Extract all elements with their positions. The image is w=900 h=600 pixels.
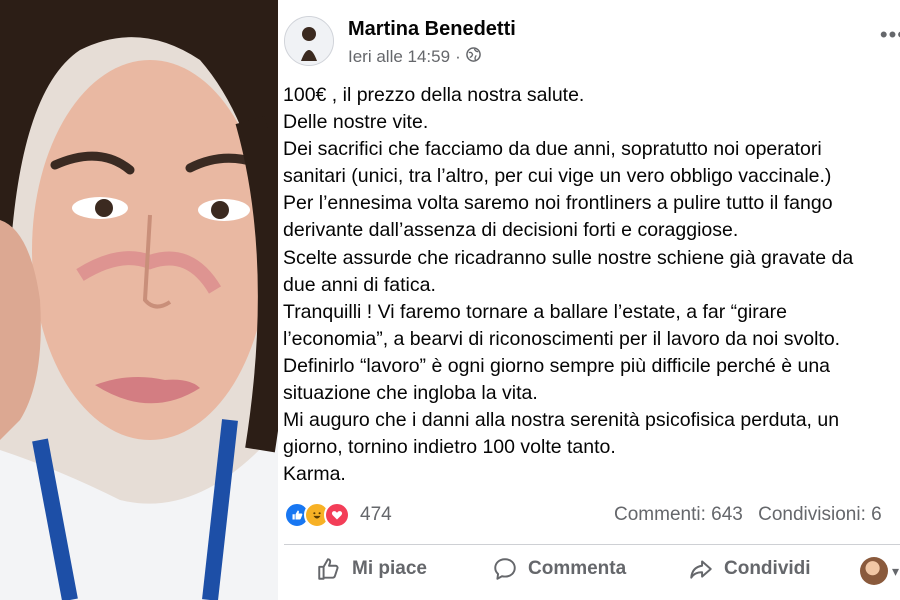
love-reaction-icon: [324, 502, 350, 528]
post-actions-bar: Mi piace Commenta Condividi: [278, 556, 900, 590]
post-text-line: due anni di fatica.: [283, 273, 436, 296]
share-button-label: Condividi: [724, 558, 811, 579]
post-photo[interactable]: [0, 0, 278, 600]
post-text-line: Mi auguro che i danni alla nostra sereni…: [283, 409, 840, 432]
meta-separator: ·: [455, 47, 461, 66]
post-text-line: Tranquilli ! Vi faremo tornare a ballare…: [283, 300, 787, 323]
comment-button-label: Commenta: [528, 558, 627, 579]
post-text-line: situazione che ingloba la vita.: [283, 382, 538, 405]
post-text-line: derivante dall’assenza di decisioni fort…: [283, 219, 739, 242]
reaction-count: 474: [360, 504, 392, 525]
shares-count[interactable]: Condivisioni: 6: [758, 504, 882, 525]
comments-count[interactable]: Commenti: 643: [614, 504, 743, 525]
post-stats: Commenti: 643 Condivisioni: 6: [614, 504, 882, 526]
thumbs-up-icon: [318, 558, 339, 580]
post-text-line: sanitari (unici, tra l’altro, per cui vi…: [283, 165, 832, 188]
facebook-post: Martina Benedetti Ieri alle 14:59 · ••• …: [278, 0, 900, 600]
more-options-icon[interactable]: •••: [880, 22, 900, 48]
like-button-label: Mi piace: [352, 558, 427, 579]
post-text-line: Dei sacrifici che facciamo da due anni, …: [283, 138, 822, 161]
post-text-line: Per l’ennesima volta saremo noi frontlin…: [283, 192, 833, 215]
author-avatar[interactable]: [284, 16, 334, 66]
comment-button[interactable]: Commenta: [492, 556, 626, 582]
post-text-line: Scelte assurde che ricadranno sulle nost…: [283, 246, 854, 269]
share-icon: [690, 560, 712, 579]
globe-icon[interactable]: [465, 47, 481, 67]
comment-icon: [494, 558, 516, 580]
reactions-summary[interactable]: 474: [284, 502, 392, 528]
chevron-down-icon[interactable]: ▾: [892, 563, 899, 580]
author-name[interactable]: Martina Benedetti: [348, 18, 516, 41]
post-text-line: l’economia”, a bearvi di riconoscimenti …: [283, 327, 841, 350]
actions-divider: [284, 544, 900, 545]
photo-illustration: [0, 0, 278, 600]
post-text-line: Definirlo “lavoro” è ogni giorno sempre …: [283, 354, 831, 377]
post-text-line: giorno, tornino indietro 100 volte tanto…: [283, 436, 616, 459]
share-button[interactable]: Condividi: [688, 556, 811, 582]
post-text: 100€ , il prezzo della nostra salute. De…: [283, 82, 900, 488]
post-text-line: Karma.: [283, 463, 346, 486]
post-timestamp[interactable]: Ieri alle 14:59: [348, 47, 450, 67]
post-text-line: 100€ , il prezzo della nostra salute.: [283, 84, 585, 106]
post-meta: Ieri alle 14:59 ·: [348, 47, 481, 67]
reaction-avatar[interactable]: [860, 557, 888, 585]
like-button[interactable]: Mi piace: [316, 556, 427, 582]
post-text-line: Delle nostre vite.: [283, 111, 429, 134]
avatar-image: [285, 17, 333, 65]
